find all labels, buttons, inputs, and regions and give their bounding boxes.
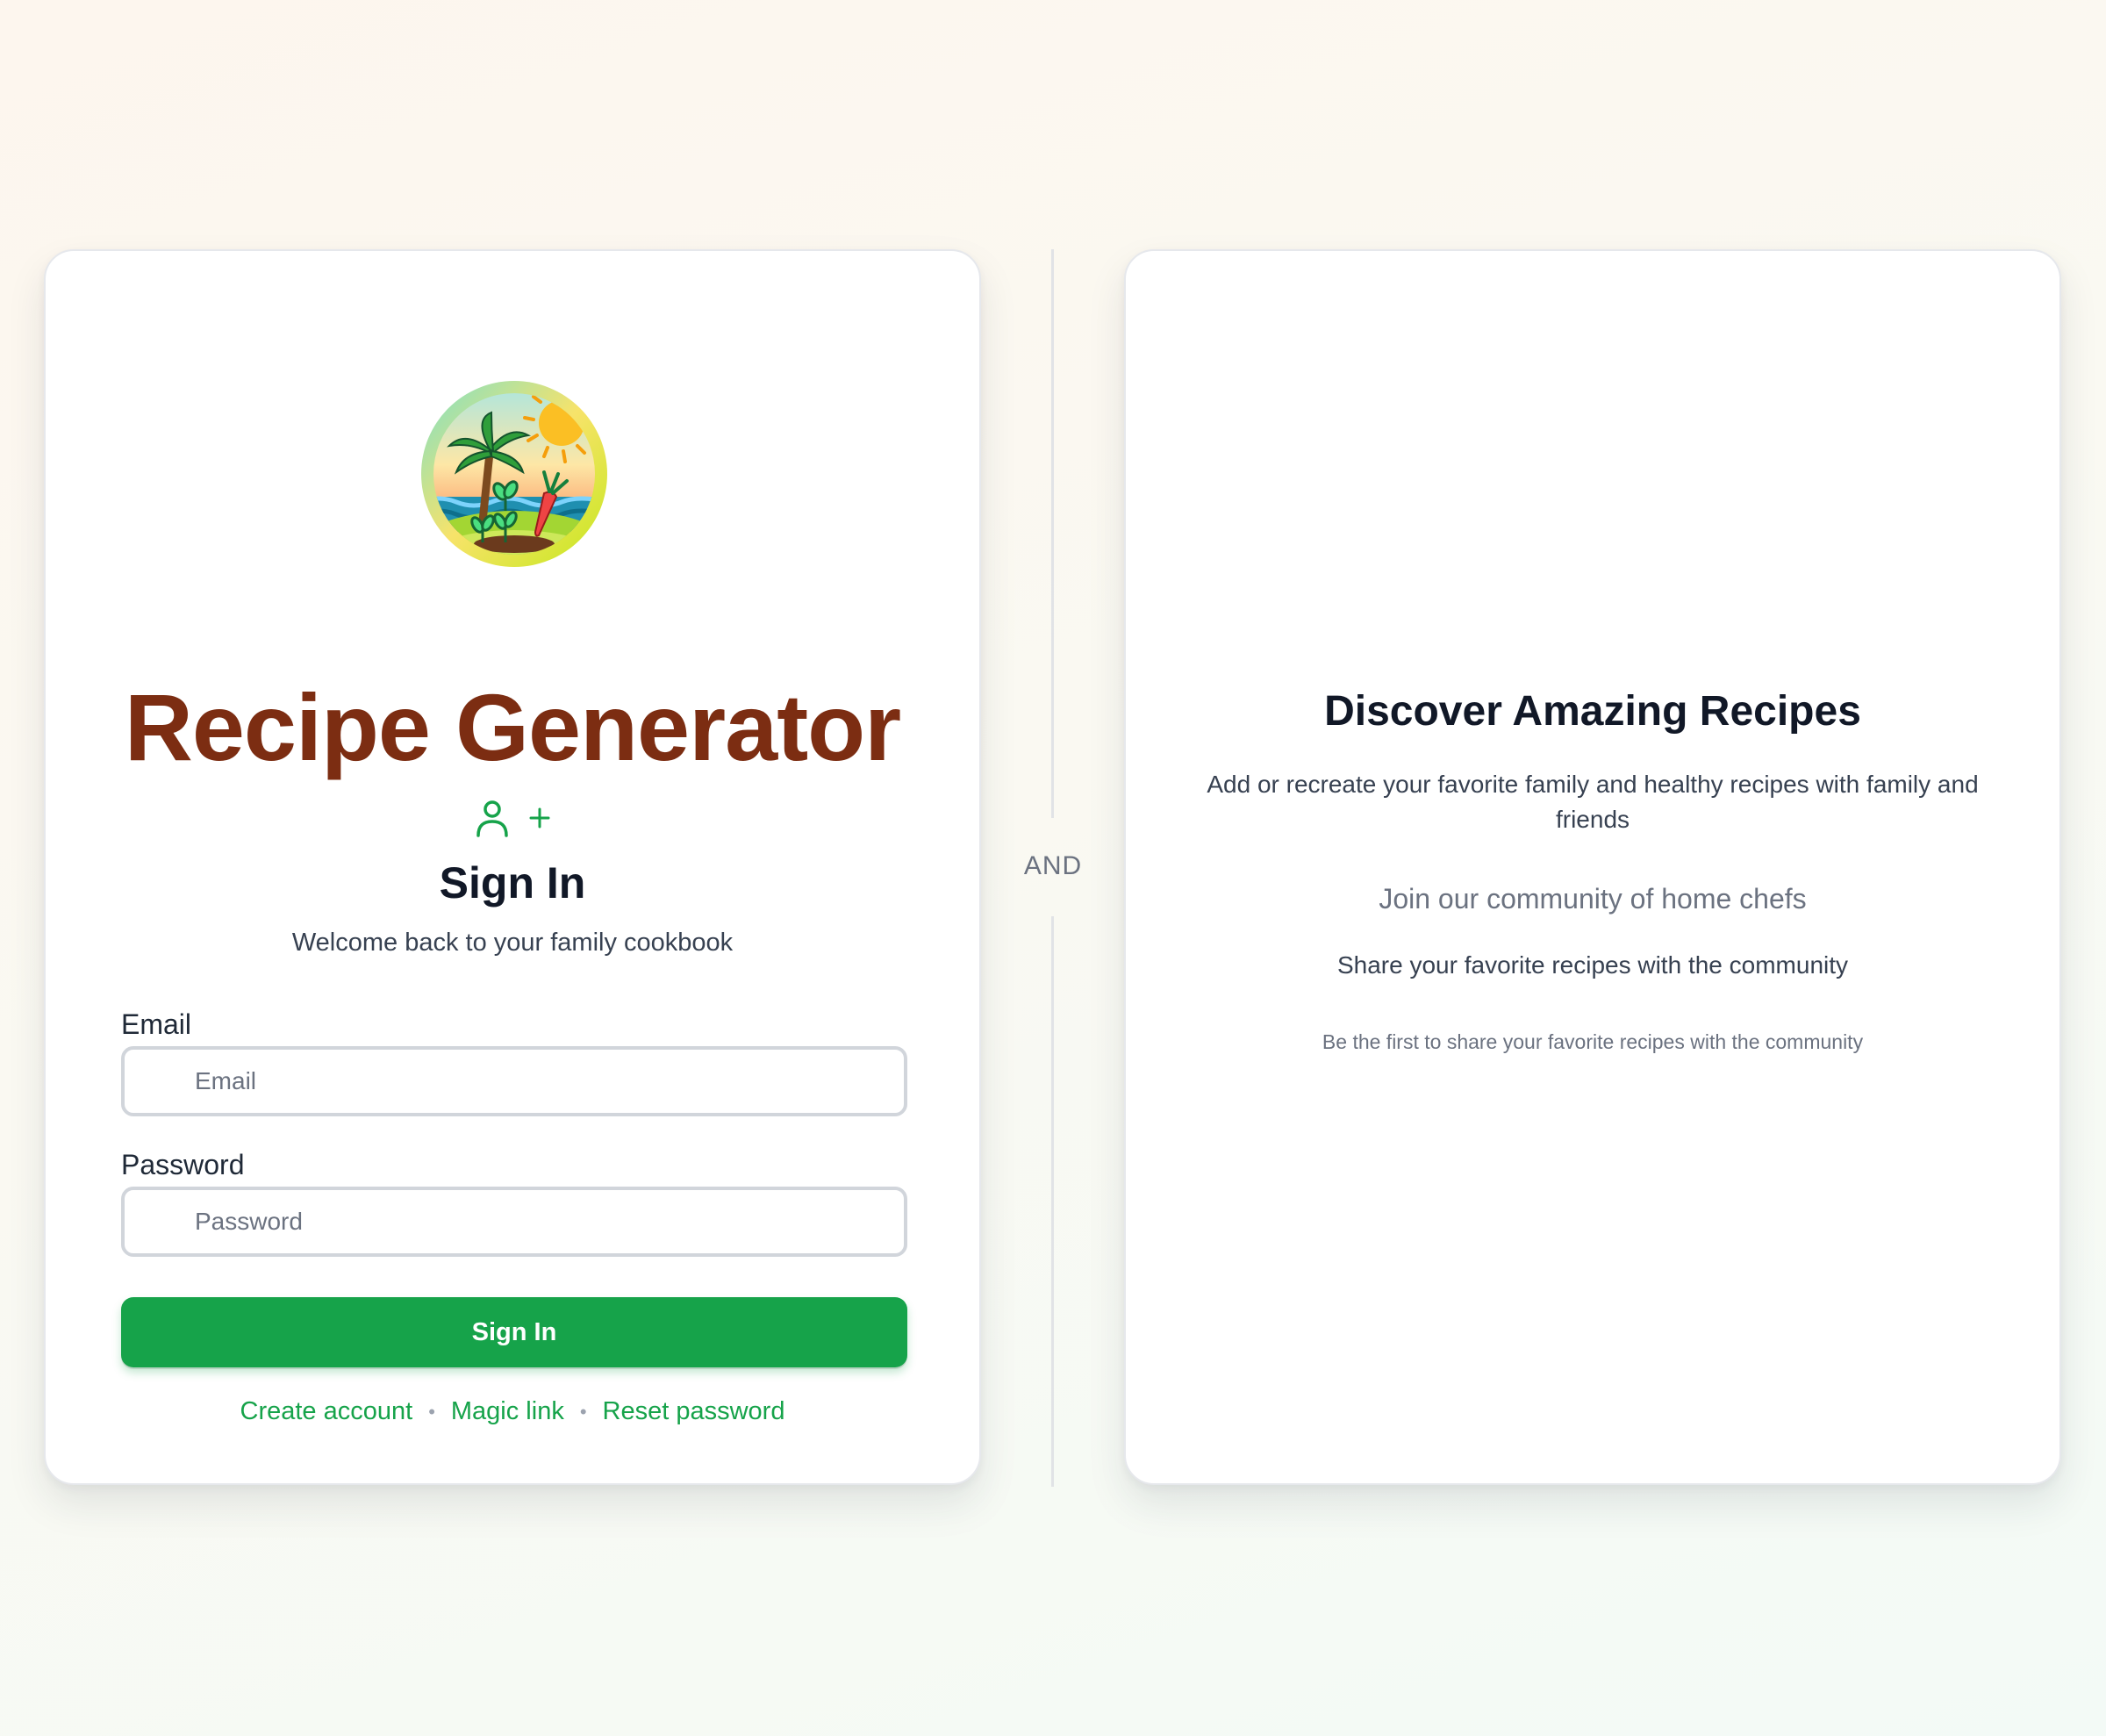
divider-label: AND xyxy=(1023,851,1083,880)
empty-state-text: Be the first to share your favorite reci… xyxy=(1322,1030,1864,1053)
plus-icon xyxy=(529,807,550,829)
magic-link[interactable]: Magic link xyxy=(451,1397,564,1426)
discover-description: Add or recreate your favorite family and… xyxy=(1207,771,1979,833)
signin-heading: Sign In xyxy=(439,858,586,907)
signin-icon-group xyxy=(46,799,979,837)
signin-button[interactable]: Sign In xyxy=(121,1297,907,1367)
password-label: Password xyxy=(121,1149,245,1180)
signin-card: Recipe Generator Sign In Welcome back to… xyxy=(44,249,981,1485)
create-account-link[interactable]: Create account xyxy=(240,1397,413,1426)
divider-line-bottom xyxy=(1051,916,1054,1487)
recipe-generator-logo xyxy=(421,381,607,567)
share-text: Share your favorite recipes with the com… xyxy=(1336,951,1849,979)
auth-links: Create account • Magic link • Reset pass… xyxy=(46,1397,979,1426)
community-text: Join our community of home chefs xyxy=(1379,883,1807,915)
password-field[interactable] xyxy=(121,1187,907,1257)
email-label: Email xyxy=(121,1008,192,1040)
separator-dot: • xyxy=(579,1400,587,1423)
discover-title: Discover Amazing Recipes xyxy=(1324,688,1861,735)
reset-password-link[interactable]: Reset password xyxy=(603,1397,785,1426)
signin-subtitle: Welcome back to your family cookbook xyxy=(291,929,734,957)
user-icon xyxy=(475,799,510,837)
separator-dot: • xyxy=(428,1400,435,1423)
app-title: Recipe Generator xyxy=(124,674,901,780)
discover-card: Discover Amazing Recipes Add or recreate… xyxy=(1124,249,2061,1485)
divider-line-top xyxy=(1051,249,1054,818)
email-field[interactable] xyxy=(121,1046,907,1116)
